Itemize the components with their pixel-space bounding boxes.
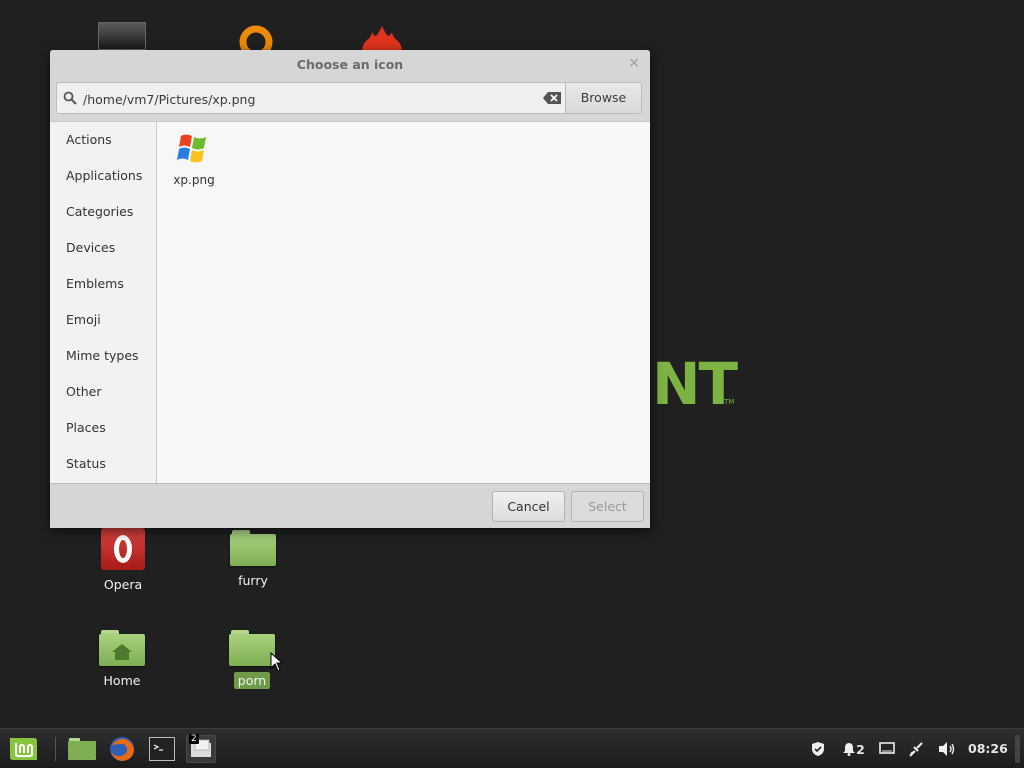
sidebar-item-places[interactable]: Places [50,410,156,446]
panel-separator [55,737,56,761]
mint-menu-button[interactable] [8,735,38,763]
desktop-icon-label: porn [233,672,271,689]
display-icon[interactable] [878,741,896,757]
icon-grid: xp.png [157,122,650,483]
category-sidebar: Actions Applications Categories Devices … [50,122,157,484]
sidebar-item-emoji[interactable]: Emoji [50,302,156,338]
folder-icon [229,630,275,666]
window-list-item[interactable]: 2 [186,734,216,763]
home-folder-icon [99,630,145,666]
wallpaper-logo: NT [652,350,738,418]
clock[interactable]: 08:26 [968,741,1008,756]
terminal-launcher[interactable] [147,735,177,763]
mouse-cursor-icon [270,652,284,672]
icon-grid-item[interactable]: xp.png [167,132,221,187]
window-count-badge: 2 [189,734,199,744]
dark-app-icon[interactable] [98,22,146,50]
sidebar-item-mime-types[interactable]: Mime types [50,338,156,374]
firefox-icon [110,737,134,761]
desktop-icon-home[interactable]: Home [77,630,167,689]
search-input[interactable] [83,89,533,109]
sidebar-item-applications[interactable]: Applications [50,158,156,194]
sidebar-item-emblems[interactable]: Emblems [50,266,156,302]
notifications-tray[interactable]: 2 [842,741,866,757]
close-icon[interactable]: × [628,55,640,71]
flame-icon[interactable] [358,26,406,50]
choose-icon-dialog: Choose an icon × Browse Actions Applicat… [50,50,650,528]
notification-icon [843,743,856,756]
desktop-icon-label: furry [238,573,268,588]
sidebar-item-other[interactable]: Other [50,374,156,410]
icon-label: xp.png [173,173,215,187]
sidebar-item-devices[interactable]: Devices [50,230,156,266]
orange-ring-icon[interactable] [238,24,274,59]
dialog-toolbar: Browse [56,82,642,114]
show-desktop-button[interactable] [1015,735,1020,763]
select-button[interactable]: Select [571,491,644,522]
volume-icon[interactable] [937,741,957,757]
taskbar-panel: 2 2 08:26 [0,728,1024,768]
desktop-icon-opera[interactable]: Opera [78,528,168,593]
notification-count: 2 [856,741,865,757]
desktop-icon-furry[interactable]: furry [208,530,298,589]
opera-icon [101,528,145,570]
sidebar-item-actions[interactable]: Actions [50,122,156,158]
dialog-footer: Cancel Select [50,483,650,528]
wallpaper-trademark: TM [724,398,735,406]
terminal-icon [149,737,175,761]
shield-icon[interactable] [808,741,828,757]
desktop-icon-label: Opera [103,577,143,592]
folder-icon [230,530,276,566]
cancel-button[interactable]: Cancel [492,491,565,522]
files-icon [68,738,96,760]
search-field[interactable] [56,82,566,114]
firefox-launcher[interactable] [107,735,137,763]
desktop-icon-label: Home [103,673,141,688]
sidebar-item-categories[interactable]: Categories [50,194,156,230]
dialog-content: Actions Applications Categories Devices … [50,121,650,484]
dialog-title: Choose an icon [296,57,404,72]
windows-xp-logo-icon [177,134,206,163]
sidebar-item-status[interactable]: Status [50,446,156,482]
dialog-titlebar[interactable]: Choose an icon × [50,50,650,78]
clear-icon[interactable] [543,92,561,104]
search-icon [63,91,77,105]
mint-logo-icon [10,738,37,760]
files-launcher[interactable] [67,735,97,763]
browse-button[interactable]: Browse [565,82,642,114]
network-icon[interactable] [907,741,925,757]
